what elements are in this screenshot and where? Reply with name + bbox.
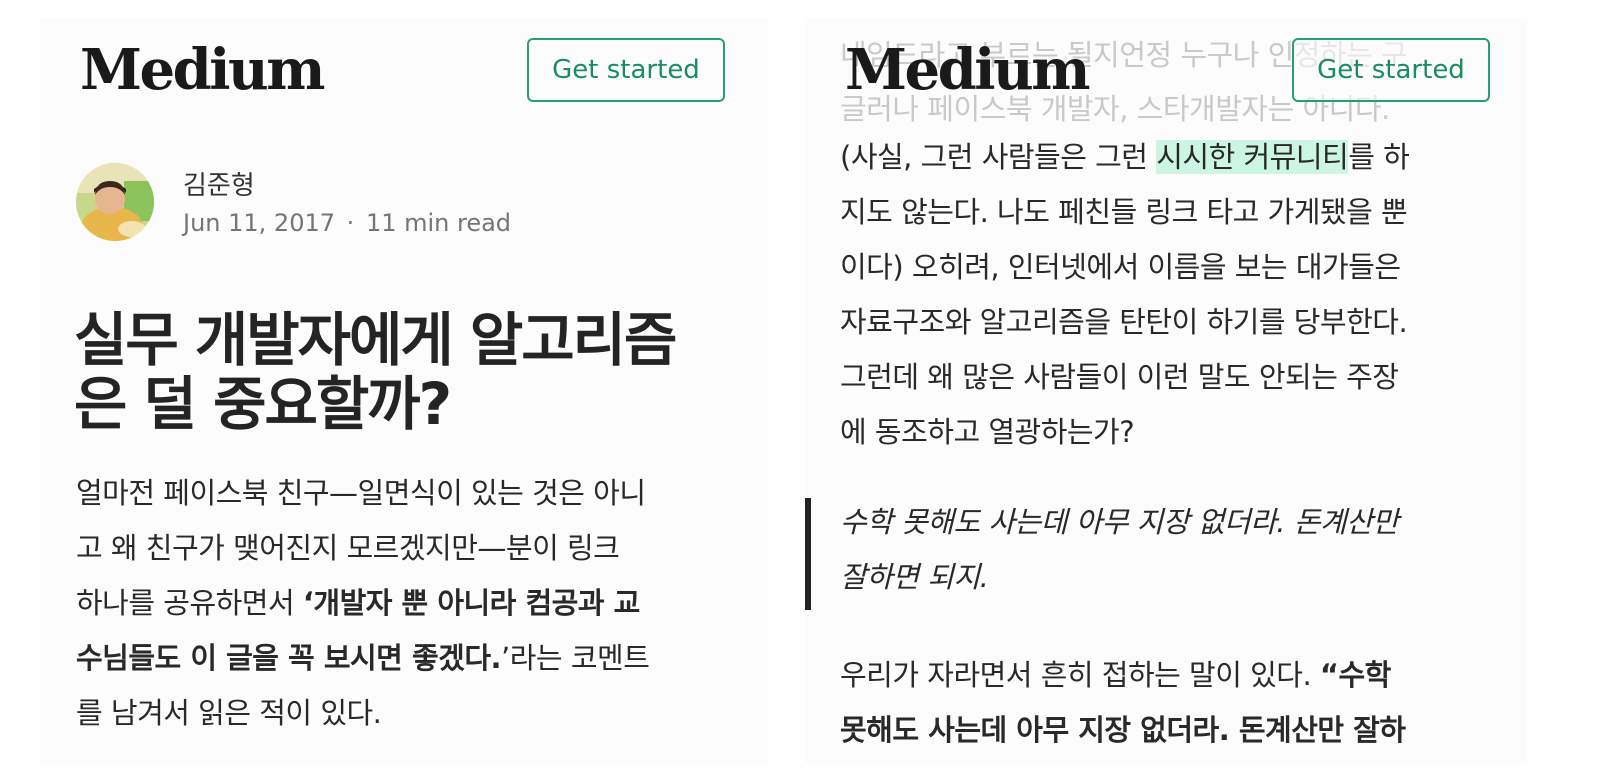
bold-text: “수학 bbox=[1319, 658, 1391, 692]
paragraph-line: 못해도 사는데 아무 지장 없더라. 돈계산만 잘하 bbox=[840, 703, 1520, 758]
quote-line: 수학 못해도 사는데 아무 지장 없더라. 돈계산만 bbox=[840, 505, 1399, 539]
paragraph-line: 자료구조와 알고리즘을 탄탄이 하기를 당부한다. bbox=[840, 305, 1408, 339]
title-line: 실무 개발자에게 알고리즘 bbox=[74, 306, 677, 374]
paragraph-line: 수님들도 이 글을 꼭 보시면 좋겠다.’라는 코멘트 bbox=[76, 631, 766, 686]
avatar-image bbox=[76, 163, 154, 241]
article-panel-left: Medium Get started 김준형 Jun 11, 2017 · 11… bbox=[40, 18, 768, 763]
text-run: (사실, 그런 사람들은 그런 bbox=[840, 140, 1157, 174]
read-time: 11 min read bbox=[365, 209, 512, 237]
blockquote-bar bbox=[805, 498, 811, 610]
bold-text: 수님들도 이 글을 꼭 보시면 좋겠다. bbox=[76, 641, 502, 675]
author-name[interactable]: 김준형 bbox=[183, 165, 255, 202]
highlighted-text[interactable]: 시시한 커뮤니티 bbox=[1156, 140, 1349, 174]
paragraph-line: 에 동조하고 열광하는가? bbox=[840, 415, 1135, 449]
article-paragraph: (사실, 그런 사람들은 그런 시시한 커뮤니티를 하 지도 않는다. 나도 페… bbox=[840, 130, 1520, 460]
article-paragraph: 우리가 자라면서 흔히 접하는 말이 있다. “수학 못해도 사는데 아무 지장… bbox=[840, 648, 1520, 758]
medium-logo[interactable]: Medium bbox=[80, 42, 326, 98]
author-avatar[interactable] bbox=[76, 163, 154, 241]
paragraph-line: 지도 않는다. 나도 페친들 링크 타고 가게됐을 뿐 bbox=[840, 195, 1408, 229]
paragraph-line: 이다) 오히려, 인터넷에서 이름을 보는 대가들은 bbox=[840, 250, 1401, 284]
publish-date: Jun 11, 2017 bbox=[183, 209, 336, 237]
paragraph-line: 얼마전 페이스북 친구—일면식이 있는 것은 아니 bbox=[76, 476, 646, 510]
bold-text: 못해도 사는데 아무 지장 없더라. 돈계산만 잘하 bbox=[840, 713, 1406, 747]
article-meta: Jun 11, 2017 · 11 min read bbox=[183, 209, 511, 237]
medium-logo[interactable]: Medium bbox=[845, 42, 1091, 98]
paragraph-line: (사실, 그런 사람들은 그런 시시한 커뮤니티를 하 bbox=[840, 130, 1520, 185]
article-panel-right: 네임드라고 부르는 될지언정 누구나 인정하는 구 글러나 페이스북 개발자, … bbox=[805, 18, 1527, 763]
text-run: 우리가 자라면서 흔히 접하는 말이 있다. bbox=[840, 658, 1320, 692]
get-started-button[interactable]: Get started bbox=[527, 38, 725, 102]
bold-text: ‘개발자 뿐 아니라 컴공과 교 bbox=[302, 586, 640, 620]
text-run: ’라는 코멘트 bbox=[501, 641, 650, 675]
text-run: 를 하 bbox=[1348, 140, 1410, 174]
get-started-button[interactable]: Get started bbox=[1292, 38, 1490, 102]
paragraph-line: 고 왜 친구가 맺어진지 모르겠지만—분이 링크 bbox=[76, 531, 620, 565]
title-line: 은 덜 중요할까? bbox=[74, 370, 452, 438]
quote-line: 잘하면 되지. bbox=[840, 560, 989, 594]
blockquote: 수학 못해도 사는데 아무 지장 없더라. 돈계산만 잘하면 되지. bbox=[840, 495, 1520, 605]
article-title: 실무 개발자에게 알고리즘 은 덜 중요할까? bbox=[74, 308, 754, 436]
paragraph-line: 하나를 공유하면서 ‘개발자 뿐 아니라 컴공과 교 bbox=[76, 576, 766, 631]
paragraph-line: 를 남겨서 읽은 적이 있다. bbox=[76, 696, 382, 730]
paragraph-line: 그런데 왜 많은 사람들이 이런 말도 안되는 주장 bbox=[840, 360, 1399, 394]
text-run: 하나를 공유하면서 bbox=[76, 586, 303, 620]
article-paragraph: 얼마전 페이스북 친구—일면식이 있는 것은 아니 고 왜 친구가 맺어진지 모… bbox=[76, 466, 766, 741]
paragraph-line: 우리가 자라면서 흔히 접하는 말이 있다. “수학 bbox=[840, 648, 1520, 703]
meta-separator: · bbox=[346, 209, 355, 237]
